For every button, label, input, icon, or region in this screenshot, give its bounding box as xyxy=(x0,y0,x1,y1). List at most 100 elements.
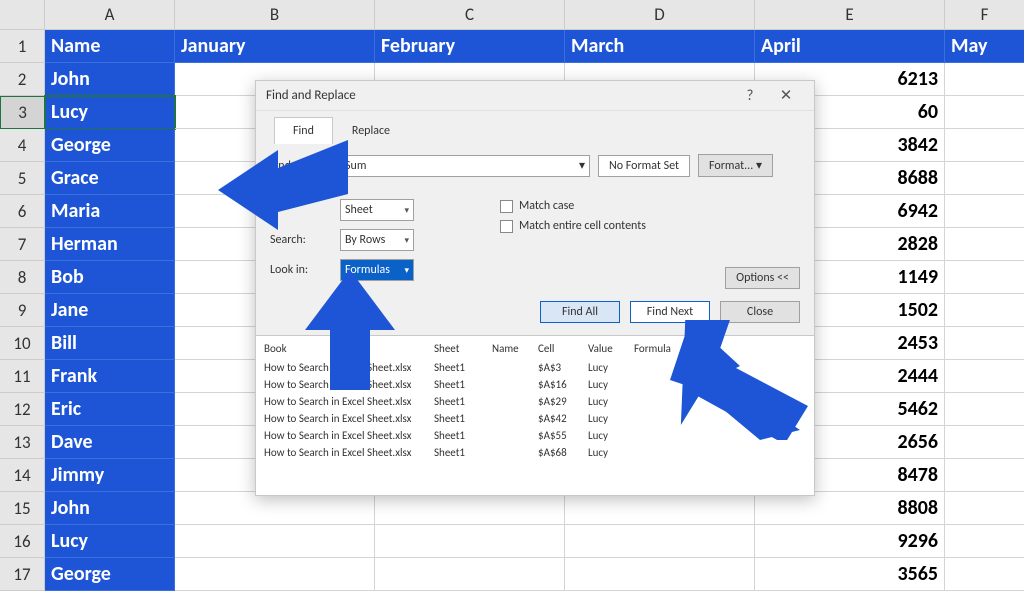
row-header[interactable]: 4 xyxy=(0,129,45,162)
cell[interactable] xyxy=(565,558,755,591)
cell[interactable] xyxy=(945,492,1024,525)
dialog-titlebar[interactable]: Find and Replace ? ✕ xyxy=(256,81,814,111)
name-cell[interactable]: George xyxy=(45,129,175,162)
format-button[interactable]: Format... ▾ xyxy=(698,154,773,177)
cell[interactable] xyxy=(945,558,1024,591)
results-col-sheet[interactable]: Sheet xyxy=(434,342,492,355)
chevron-down-icon[interactable]: ▾ xyxy=(400,205,409,216)
result-row[interactable]: How to Search in Excel Sheet.xlsxSheet1$… xyxy=(264,393,806,410)
row-header[interactable]: 8 xyxy=(0,261,45,294)
col-header-c[interactable]: C xyxy=(375,0,565,30)
results-col-value[interactable]: Value xyxy=(588,342,634,355)
result-row[interactable]: How to Search in Excel Sheet.xlsxSheet1$… xyxy=(264,427,806,444)
within-combo[interactable]: Sheet▾ xyxy=(340,199,414,221)
cell[interactable] xyxy=(565,525,755,558)
name-cell[interactable]: Frank xyxy=(45,360,175,393)
cell[interactable] xyxy=(375,492,565,525)
cell[interactable] xyxy=(565,492,755,525)
row-header[interactable]: 7 xyxy=(0,228,45,261)
help-icon[interactable]: ? xyxy=(732,87,768,105)
match-case-checkbox[interactable] xyxy=(500,200,513,213)
cell[interactable] xyxy=(945,261,1024,294)
select-all-corner[interactable] xyxy=(0,0,45,30)
row-header[interactable]: 16 xyxy=(0,525,45,558)
name-cell[interactable]: Herman xyxy=(45,228,175,261)
cell[interactable] xyxy=(945,426,1024,459)
row-header[interactable]: 12 xyxy=(0,393,45,426)
no-format-set-button[interactable]: No Format Set xyxy=(598,155,690,177)
cell[interactable] xyxy=(945,360,1024,393)
result-row[interactable]: How to Search in Excel Sheet.xlsxSheet1$… xyxy=(264,376,806,393)
row-header[interactable]: 17 xyxy=(0,558,45,591)
results-col-name[interactable]: Name xyxy=(492,342,538,355)
chevron-down-icon[interactable]: ▾ xyxy=(400,235,409,246)
cell[interactable] xyxy=(945,525,1024,558)
cell[interactable] xyxy=(375,525,565,558)
name-cell[interactable]: Bob xyxy=(45,261,175,294)
search-combo[interactable]: By Rows▾ xyxy=(340,229,414,251)
row-header-1[interactable]: 1 xyxy=(0,30,45,63)
match-entire-checkbox[interactable] xyxy=(500,220,513,233)
cell[interactable] xyxy=(945,162,1024,195)
cell[interactable] xyxy=(945,327,1024,360)
row-header[interactable]: 11 xyxy=(0,360,45,393)
row-header[interactable]: 14 xyxy=(0,459,45,492)
header-may[interactable]: May xyxy=(945,30,1024,63)
cell[interactable] xyxy=(945,459,1024,492)
cell[interactable] xyxy=(945,96,1024,129)
cell[interactable] xyxy=(945,294,1024,327)
chevron-down-icon[interactable]: ▾ xyxy=(400,265,409,276)
cell[interactable] xyxy=(945,195,1024,228)
row-header[interactable]: 9 xyxy=(0,294,45,327)
col-header-e[interactable]: E xyxy=(755,0,945,30)
tab-replace[interactable]: Replace xyxy=(333,117,409,144)
cell[interactable] xyxy=(175,492,375,525)
name-cell[interactable]: Eric xyxy=(45,393,175,426)
find-next-button[interactable]: Find Next xyxy=(630,301,710,323)
results-col-book[interactable]: Book xyxy=(264,342,434,355)
value-cell[interactable]: 3565 xyxy=(755,558,945,591)
result-row[interactable]: How to Search in Excel Sheet.xlsxSheet1$… xyxy=(264,444,806,461)
close-button[interactable]: Close xyxy=(720,301,800,323)
cell[interactable] xyxy=(945,63,1024,96)
cell[interactable] xyxy=(945,393,1024,426)
lookin-combo[interactable]: Formulas▾ xyxy=(340,259,414,281)
col-header-b[interactable]: B xyxy=(175,0,375,30)
row-header[interactable]: 6 xyxy=(0,195,45,228)
chevron-down-icon[interactable]: ▾ xyxy=(579,158,585,173)
find-all-button[interactable]: Find All xyxy=(540,301,620,323)
header-march[interactable]: March xyxy=(565,30,755,63)
name-cell[interactable]: George xyxy=(45,558,175,591)
name-cell[interactable]: Maria xyxy=(45,195,175,228)
name-cell[interactable]: Grace xyxy=(45,162,175,195)
name-cell[interactable]: John xyxy=(45,492,175,525)
name-cell[interactable]: Lucy xyxy=(45,96,175,129)
value-cell[interactable]: 8808 xyxy=(755,492,945,525)
row-header[interactable]: 3 xyxy=(0,96,45,129)
header-name[interactable]: Name xyxy=(45,30,175,63)
col-header-d[interactable]: D xyxy=(565,0,755,30)
options-button[interactable]: Options << xyxy=(725,267,800,289)
header-january[interactable]: January xyxy=(175,30,375,63)
cell[interactable] xyxy=(175,525,375,558)
chevron-down-icon[interactable]: ▾ xyxy=(756,159,762,173)
cell[interactable] xyxy=(945,129,1024,162)
result-row[interactable]: How to Search in Excel Sheet.xlsxSheet1$… xyxy=(264,410,806,427)
header-february[interactable]: February xyxy=(375,30,565,63)
row-header[interactable]: 13 xyxy=(0,426,45,459)
header-april[interactable]: April xyxy=(755,30,945,63)
results-pane[interactable]: Book Sheet Name Cell Value Formula How t… xyxy=(256,335,814,495)
name-cell[interactable]: Lucy xyxy=(45,525,175,558)
cell[interactable] xyxy=(375,558,565,591)
name-cell[interactable]: Jimmy xyxy=(45,459,175,492)
cell[interactable] xyxy=(945,228,1024,261)
name-cell[interactable]: John xyxy=(45,63,175,96)
row-header[interactable]: 15 xyxy=(0,492,45,525)
name-cell[interactable]: Jane xyxy=(45,294,175,327)
result-row[interactable]: How to Search in Excel Sheet.xlsxSheet1$… xyxy=(264,359,806,376)
results-col-formula[interactable]: Formula xyxy=(634,342,806,355)
col-header-a[interactable]: A xyxy=(45,0,175,30)
tab-find[interactable]: Find xyxy=(274,117,333,144)
row-header[interactable]: 10 xyxy=(0,327,45,360)
results-col-cell[interactable]: Cell xyxy=(538,342,588,355)
